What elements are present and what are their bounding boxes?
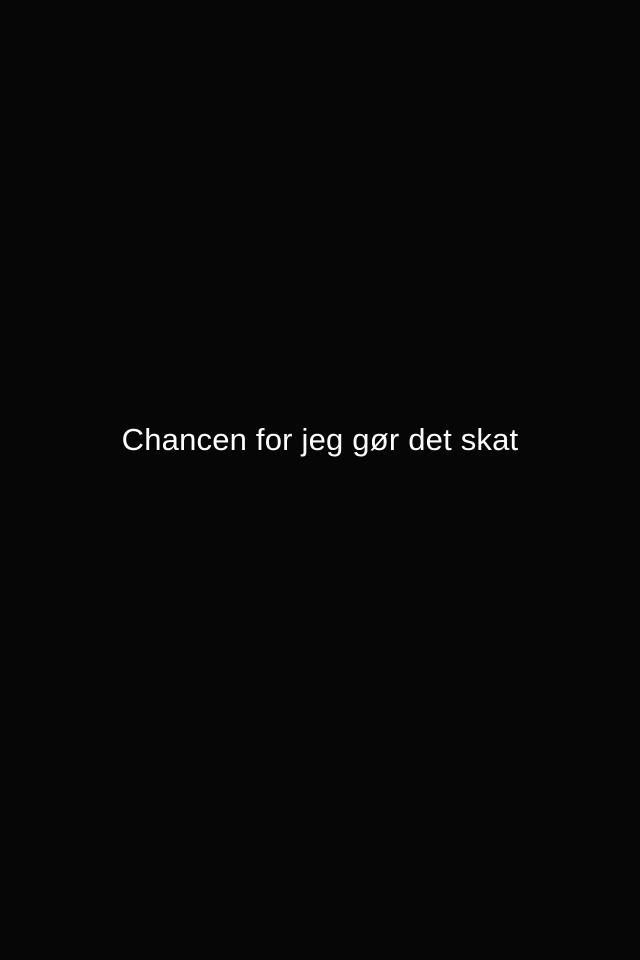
snap-screen: Chancen for jeg gør det skat bbox=[0, 0, 640, 960]
caption-text: Chancen for jeg gør det skat bbox=[121, 422, 519, 457]
